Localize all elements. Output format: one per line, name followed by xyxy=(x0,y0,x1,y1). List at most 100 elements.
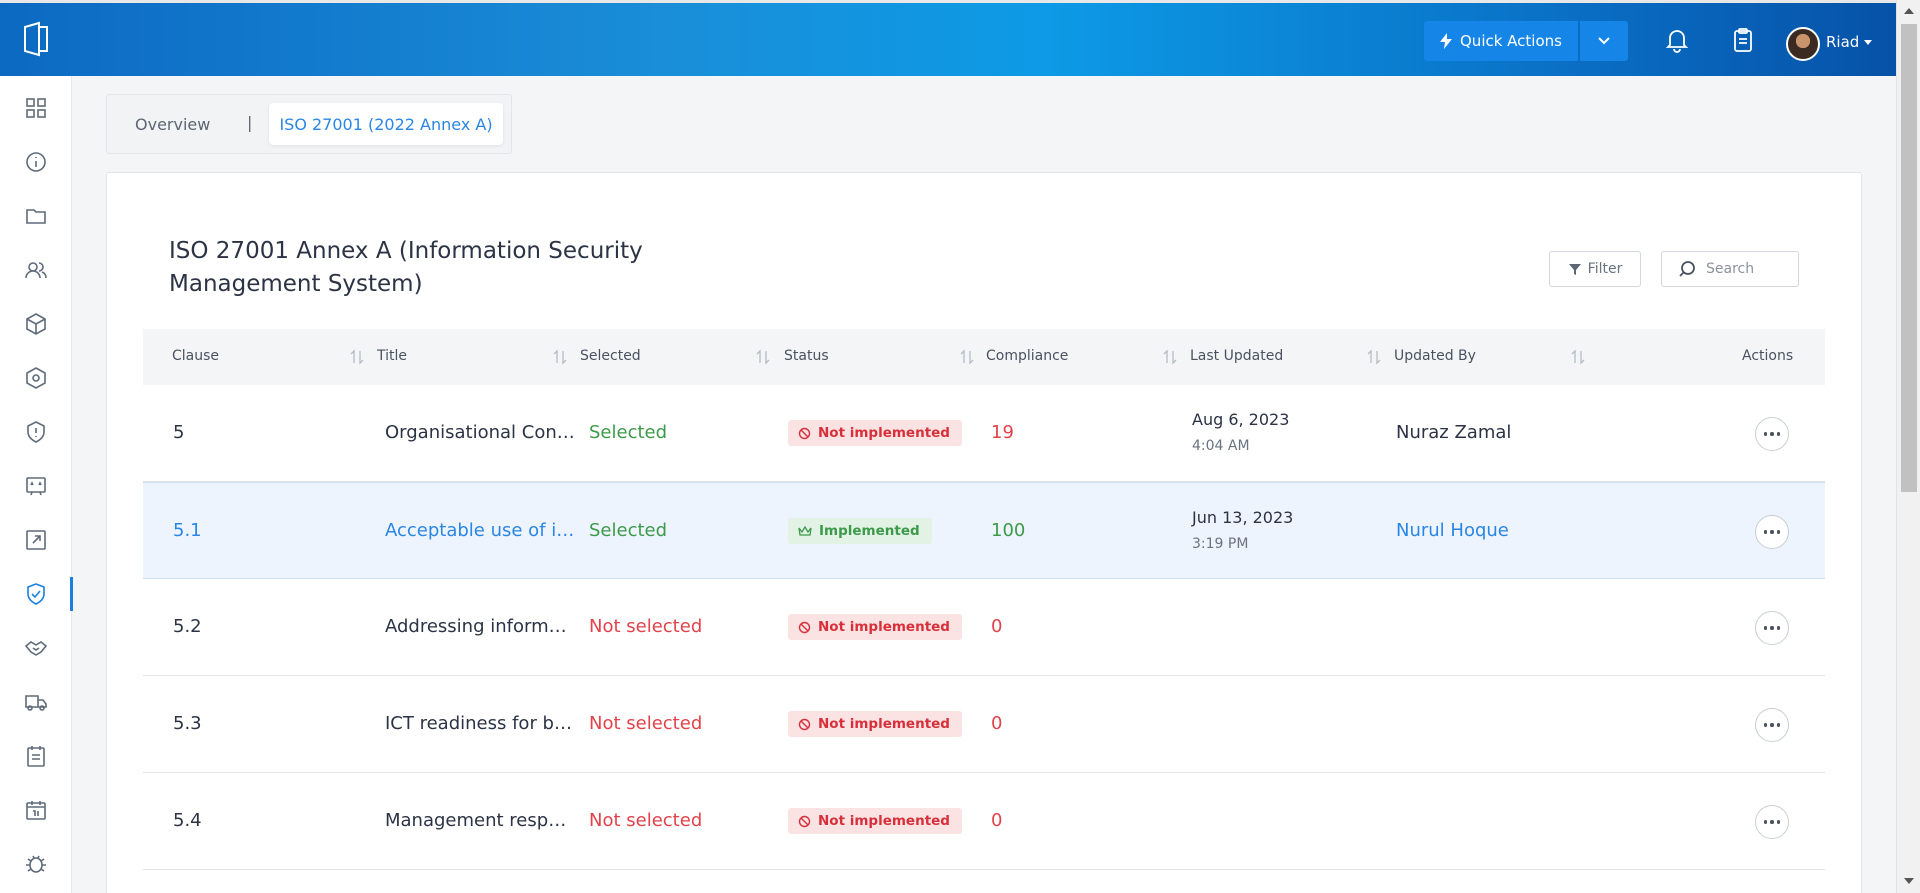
status-badge: Not implemented xyxy=(788,420,962,446)
status-badge: Implemented xyxy=(788,518,932,544)
column-header-selected[interactable]: Selected xyxy=(580,348,641,364)
row-actions-button[interactable] xyxy=(1755,805,1789,839)
top-bar: Quick Actions Riad xyxy=(0,0,1896,76)
updated-by-cell[interactable]: Nurul Hoque xyxy=(1396,520,1509,541)
compliance-cell: 19 xyxy=(991,422,1014,443)
sidebar-item-reviews[interactable] xyxy=(0,466,72,506)
compliance-cell: 0 xyxy=(991,810,1003,831)
sidebar-item-bugs[interactable] xyxy=(0,844,72,884)
cube-icon xyxy=(26,313,46,335)
clause-cell: 5 xyxy=(173,422,185,443)
clause-cell: 5.4 xyxy=(173,810,202,831)
ban-icon xyxy=(798,621,811,633)
sidebar-item-settings[interactable] xyxy=(0,358,72,398)
tab-bar: Overview | ISO 27001 (2022 Annex A) xyxy=(106,94,512,154)
table-row[interactable]: 5.3 ICT readiness for business continuit… xyxy=(143,676,1825,773)
row-actions-button[interactable] xyxy=(1755,515,1789,549)
sidebar-item-partners[interactable] xyxy=(0,628,72,668)
table-row[interactable]: 5.2 Addressing information security Not … xyxy=(143,579,1825,676)
selected-cell: Selected xyxy=(589,520,668,541)
compliance-cell: 0 xyxy=(991,713,1003,734)
sort-icon[interactable] xyxy=(553,349,567,365)
updated-by-cell: Nuraz Zamal xyxy=(1396,422,1512,443)
sidebar-item-reports[interactable] xyxy=(0,520,72,560)
grid-icon xyxy=(26,98,46,118)
sidebar-item-dashboard[interactable] xyxy=(0,88,72,128)
title-cell[interactable]: Acceptable use of information xyxy=(385,520,575,541)
tab-separator: | xyxy=(247,113,253,132)
sidebar-item-tasks[interactable] xyxy=(0,736,72,776)
table-row[interactable]: 5.4 Management responsibilities Not sele… xyxy=(143,773,1825,870)
status-badge: Not implemented xyxy=(788,614,962,640)
vertical-scrollbar[interactable] xyxy=(1896,0,1920,893)
user-name[interactable]: Riad xyxy=(1826,33,1859,51)
sidebar-item-info[interactable] xyxy=(0,142,72,182)
bell-icon[interactable] xyxy=(1664,27,1690,53)
title-cell[interactable]: Organisational Controls xyxy=(385,422,575,443)
sort-icon[interactable] xyxy=(350,349,364,365)
last-updated-time: 3:19 PM xyxy=(1192,536,1249,552)
column-header-status[interactable]: Status xyxy=(784,348,829,364)
sort-icon[interactable] xyxy=(1163,349,1177,365)
scroll-up-icon[interactable] xyxy=(1904,8,1914,14)
sidebar-item-vendors[interactable] xyxy=(0,682,72,722)
column-header-actions: Actions xyxy=(1742,348,1794,364)
last-updated-date: Jun 13, 2023 xyxy=(1192,508,1294,527)
ban-icon xyxy=(798,815,811,827)
selected-cell: Not selected xyxy=(589,810,703,831)
sidebar-item-users[interactable] xyxy=(0,250,72,290)
rating-board-icon xyxy=(26,477,46,496)
row-actions-button[interactable] xyxy=(1755,708,1789,742)
user-menu-caret-icon[interactable] xyxy=(1864,40,1872,45)
sidebar-item-assets[interactable] xyxy=(0,304,72,344)
selected-cell: Selected xyxy=(589,422,668,443)
page-title: ISO 27001 Annex A (Information Security … xyxy=(169,238,643,297)
table-row[interactable]: 5.1 Acceptable use of information Select… xyxy=(143,482,1825,579)
quick-actions-dropdown-button[interactable] xyxy=(1580,21,1628,61)
search-input[interactable]: Search xyxy=(1661,251,1799,287)
column-header-compliance[interactable]: Compliance xyxy=(986,348,1068,364)
sort-icon[interactable] xyxy=(1571,349,1585,365)
shield-check-icon xyxy=(27,583,45,605)
table-row[interactable]: 5 Organisational Controls Selected Not i… xyxy=(143,385,1825,482)
quick-actions-button[interactable]: Quick Actions xyxy=(1424,21,1578,61)
sidebar-item-documents[interactable] xyxy=(0,196,72,236)
sort-icon[interactable] xyxy=(1367,349,1381,365)
column-header-updated-by[interactable]: Updated By xyxy=(1394,348,1476,364)
title-cell[interactable]: ICT readiness for business continuity xyxy=(385,713,575,734)
logo-icon[interactable] xyxy=(21,21,51,57)
compliance-cell: 100 xyxy=(991,520,1026,541)
status-label: Not implemented xyxy=(818,425,950,441)
table-header: Clause Title Selected Status Compliance … xyxy=(143,329,1825,385)
row-actions-button[interactable] xyxy=(1755,611,1789,645)
status-badge: Not implemented xyxy=(788,808,962,834)
calendar-icon xyxy=(26,801,46,820)
avatar[interactable] xyxy=(1786,27,1820,61)
title-cell[interactable]: Management responsibilities xyxy=(385,810,575,831)
clipboard-icon[interactable] xyxy=(1731,27,1755,53)
sort-icon[interactable] xyxy=(756,349,770,365)
row-actions-button[interactable] xyxy=(1755,417,1789,451)
sidebar-item-risks[interactable] xyxy=(0,412,72,452)
sidebar-item-compliance[interactable] xyxy=(0,574,73,614)
info-icon xyxy=(26,152,46,172)
crown-icon xyxy=(798,525,812,536)
scrollbar-thumb[interactable] xyxy=(1901,24,1917,492)
scroll-down-icon[interactable] xyxy=(1904,878,1914,884)
column-header-title[interactable]: Title xyxy=(377,348,407,364)
users-icon xyxy=(25,262,47,279)
column-header-last-updated[interactable]: Last Updated xyxy=(1190,348,1283,364)
sort-icon[interactable] xyxy=(960,349,974,365)
last-updated-date: Aug 6, 2023 xyxy=(1192,410,1290,429)
filter-button[interactable]: Filter xyxy=(1549,251,1641,287)
tab-overview[interactable]: Overview xyxy=(135,115,210,134)
tab-iso-27001[interactable]: ISO 27001 (2022 Annex A) xyxy=(269,103,503,145)
title-cell[interactable]: Addressing information security xyxy=(385,616,575,637)
sidebar-active-indicator xyxy=(70,577,73,611)
filter-icon xyxy=(1568,264,1581,275)
sidebar-item-calendar[interactable] xyxy=(0,790,72,830)
hexagon-icon xyxy=(26,367,46,389)
clause-cell: 5.1 xyxy=(173,520,202,541)
column-header-clause[interactable]: Clause xyxy=(172,348,219,364)
last-updated-time: 4:04 AM xyxy=(1192,438,1250,454)
